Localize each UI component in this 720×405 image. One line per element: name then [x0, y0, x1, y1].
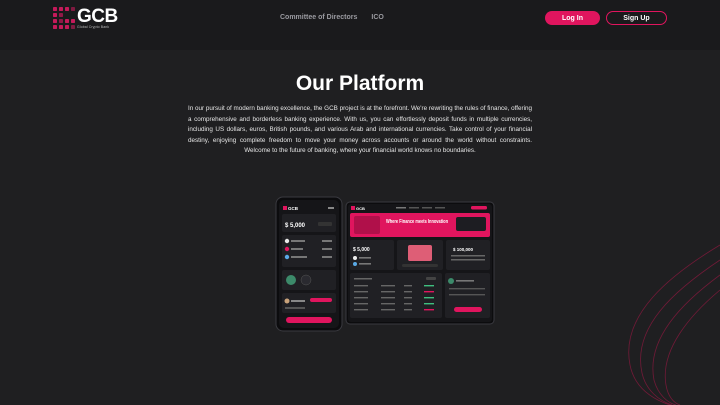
platform-description: In our pursuit of modern banking excelle…: [188, 105, 532, 155]
phone-mockup: GCB $ 5,000: [275, 196, 343, 332]
phone-brand: GCB: [288, 206, 299, 211]
signup-button[interactable]: Sign Up: [606, 11, 667, 25]
desktop-balance: $ 5,000: [353, 247, 370, 253]
brand-logo[interactable]: GCB Global Crypto Bank: [53, 6, 133, 32]
decorative-curves-icon: [628, 244, 720, 405]
brand-tagline: Global Crypto Bank: [77, 25, 110, 29]
platform-mockup-image: GCB $ 5,000 GCB Where Finance meets Inno…: [275, 196, 495, 332]
login-button[interactable]: Log In: [545, 11, 600, 25]
desktop-mockup: GCB Where Finance meets Innovation $ 5,0…: [345, 201, 495, 325]
desktop-total: $ 100,000: [453, 247, 474, 252]
nav-link-committee[interactable]: Committee of Directors: [280, 12, 357, 24]
gcb-logo-icon: [53, 7, 75, 29]
page-title: Our Platform: [295, 72, 425, 95]
main-nav: Committee of Directors ICO: [280, 12, 384, 24]
nav-link-ico[interactable]: ICO: [371, 12, 383, 24]
banner-line: Where Finance meets Innovation: [386, 219, 448, 225]
desktop-brand: GCB: [356, 206, 365, 211]
phone-balance: $ 5,000: [285, 223, 306, 229]
site-header: GCB Global Crypto Bank Committee of Dire…: [0, 0, 720, 50]
